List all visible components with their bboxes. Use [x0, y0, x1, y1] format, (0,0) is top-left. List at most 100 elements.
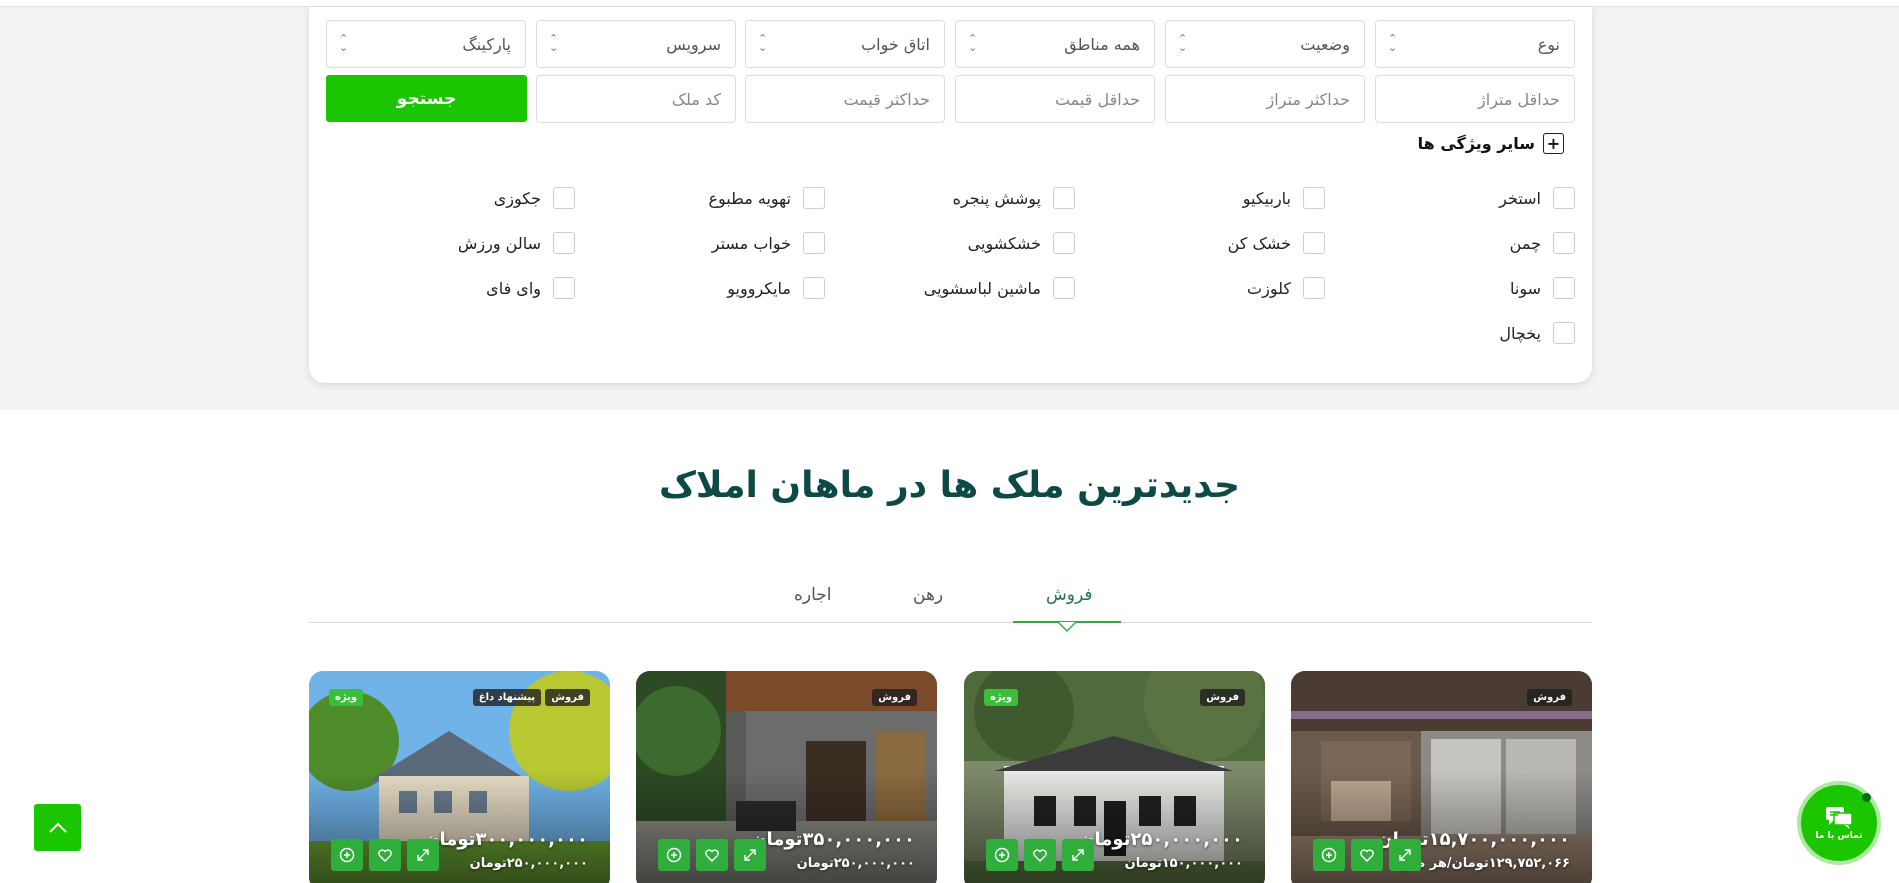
feature-label: تهویه مطبوع: [708, 188, 791, 208]
property-price: ۲۵۰,۰۰۰,۰۰۰تومان: [1079, 829, 1243, 850]
checkbox[interactable]: [553, 232, 575, 254]
favorite-button[interactable]: [1024, 839, 1056, 871]
bedroom-select[interactable]: اتاق خواب ⌃ ⌄: [745, 20, 945, 68]
favorite-button[interactable]: [696, 839, 728, 871]
region-select[interactable]: همه مناطق ⌃ ⌄: [955, 20, 1155, 68]
parking-select[interactable]: پارکینگ ⌃ ⌄: [326, 20, 526, 68]
heart-icon: [378, 849, 392, 862]
checkbox[interactable]: [1053, 277, 1075, 299]
tab-rent[interactable]: اجاره: [794, 585, 832, 605]
add-compare-button[interactable]: [658, 839, 690, 871]
property-code-input[interactable]: [537, 76, 735, 122]
contact-chat-button[interactable]: تماس با ما: [1797, 781, 1881, 865]
feature-checkbox[interactable]: استخر: [1499, 187, 1575, 209]
max-price-field: [745, 75, 945, 123]
checkbox[interactable]: [1553, 277, 1575, 299]
expand-button[interactable]: [734, 839, 766, 871]
min-area-input[interactable]: [1376, 76, 1574, 122]
plus-circle-icon: [339, 847, 355, 863]
chevron-up-icon: [48, 822, 67, 833]
tab-mortgage[interactable]: رهن: [913, 585, 943, 605]
feature-checkbox[interactable]: سالن ورزش: [458, 232, 575, 254]
feature-checkbox[interactable]: ماشین لباسشویی: [924, 277, 1075, 299]
max-area-field: [1165, 75, 1365, 123]
plus-icon: +: [1543, 133, 1564, 154]
feature-checkbox[interactable]: خشک کن: [1228, 232, 1325, 254]
checkbox[interactable]: [1053, 187, 1075, 209]
service-select[interactable]: سرویس ⌃ ⌄: [536, 20, 736, 68]
type-select[interactable]: نوع ⌃ ⌄: [1375, 20, 1575, 68]
heart-icon: [705, 849, 719, 862]
feature-label: سالن ورزش: [457, 233, 541, 253]
chevron-updown-icon: ⌃ ⌄: [1388, 32, 1398, 54]
max-price-input[interactable]: [746, 76, 944, 122]
feature-checkbox[interactable]: پوشش پنجره: [953, 187, 1075, 209]
favorite-button[interactable]: [1351, 839, 1383, 871]
feature-checkbox[interactable]: جکوزی: [494, 187, 575, 209]
feature-label: یخچال: [1499, 323, 1541, 343]
chevron-updown-icon: ⌃ ⌄: [549, 32, 559, 54]
tabs-divider: [309, 622, 1592, 623]
add-compare-button[interactable]: [1313, 839, 1345, 871]
feature-checkbox[interactable]: کلوزت: [1247, 277, 1325, 299]
checkbox[interactable]: [1303, 232, 1325, 254]
checkbox[interactable]: [1553, 322, 1575, 344]
property-card[interactable]: ویژه پیشنهاد داغ فروش ۳۰۰,۰۰۰,۰۰۰تومان ۲…: [309, 671, 610, 883]
section-heading: جدیدترین ملک ها در ماهان املاک: [659, 465, 1240, 506]
search-button[interactable]: جستجو: [326, 75, 527, 122]
property-card[interactable]: فروش ۱۵,۷۰۰,۰۰۰,۰۰۰تومان ۱۲۹,۷۵۲,۰۶۶توما…: [1291, 671, 1592, 883]
max-area-input[interactable]: [1166, 76, 1364, 122]
checkbox[interactable]: [803, 187, 825, 209]
expand-button[interactable]: [1389, 839, 1421, 871]
feature-label: مایکروویو: [727, 278, 791, 298]
region-select-label: همه مناطق: [1064, 35, 1140, 54]
tab-sale[interactable]: فروش: [1046, 585, 1092, 605]
feature-label: استخر: [1499, 188, 1541, 208]
checkbox[interactable]: [803, 232, 825, 254]
expand-button[interactable]: [407, 839, 439, 871]
feature-checkbox[interactable]: چمن: [1510, 232, 1575, 254]
feature-label: چمن: [1509, 233, 1541, 253]
feature-label: خشک کن: [1227, 233, 1291, 253]
min-area-field: [1375, 75, 1575, 123]
checkbox[interactable]: [1303, 187, 1325, 209]
hot-offer-badge: پیشنهاد داغ: [472, 689, 542, 706]
favorite-button[interactable]: [369, 839, 401, 871]
feature-checkbox[interactable]: یخچال: [1499, 322, 1575, 344]
parking-select-label: پارکینگ: [462, 35, 511, 54]
expand-icon: [417, 849, 429, 861]
property-card[interactable]: فروش ۳۵۰,۰۰۰,۰۰۰تومان ۲۵۰,۰۰۰,۰۰۰تومان: [636, 671, 937, 883]
checkbox[interactable]: [553, 277, 575, 299]
status-select[interactable]: وضعیت ⌃ ⌄: [1165, 20, 1365, 68]
checkbox[interactable]: [1303, 277, 1325, 299]
plus-circle-icon: [666, 847, 682, 863]
expand-icon: [744, 849, 756, 861]
scroll-to-top-button[interactable]: [34, 804, 81, 851]
checkbox[interactable]: [1053, 232, 1075, 254]
status-badge: فروش: [1527, 689, 1572, 706]
property-sub-price: ۲۵۰,۰۰۰,۰۰۰تومان: [469, 856, 588, 871]
add-compare-button[interactable]: [331, 839, 363, 871]
feature-label: خواب مستر: [711, 233, 791, 253]
min-price-input[interactable]: [956, 76, 1154, 122]
more-features-toggle[interactable]: + سایر ویژگی ها: [1418, 133, 1564, 154]
checkbox[interactable]: [1553, 232, 1575, 254]
checkbox[interactable]: [553, 187, 575, 209]
feature-checkbox[interactable]: مایکروویو: [727, 277, 825, 299]
feature-checkbox[interactable]: باربیکیو: [1243, 187, 1325, 209]
feature-label: باربیکیو: [1242, 188, 1291, 208]
property-card[interactable]: ویژه فروش ۲۵۰,۰۰۰,۰۰۰تومان ۱۵۰,۰۰۰,۰۰۰تو…: [964, 671, 1265, 883]
feature-checkbox[interactable]: سونا: [1510, 277, 1575, 299]
expand-icon: [1072, 849, 1084, 861]
chevron-updown-icon: ⌃ ⌄: [339, 32, 349, 54]
checkbox[interactable]: [803, 277, 825, 299]
expand-button[interactable]: [1062, 839, 1094, 871]
feature-checkbox[interactable]: خواب مستر: [712, 232, 825, 254]
feature-label: سونا: [1510, 278, 1541, 298]
heart-icon: [1033, 849, 1047, 862]
feature-checkbox[interactable]: خشکشویی: [968, 232, 1075, 254]
feature-checkbox[interactable]: تهویه مطبوع: [708, 187, 825, 209]
feature-checkbox[interactable]: وای فای: [486, 277, 575, 299]
checkbox[interactable]: [1553, 187, 1575, 209]
add-compare-button[interactable]: [986, 839, 1018, 871]
